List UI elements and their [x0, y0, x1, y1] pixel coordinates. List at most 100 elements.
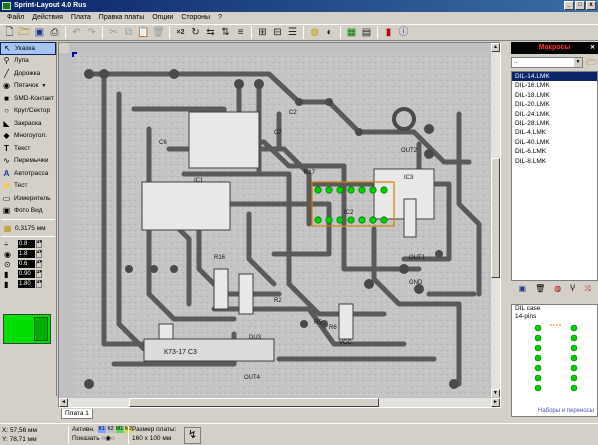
board-workarea[interactable]: IC1 IC2 IC3 OUT1 OUT2 OUT4 DU3 VCC GND К…: [58, 42, 501, 408]
route-icon[interactable]: ↯: [184, 427, 201, 444]
mirror-h-icon[interactable]: ⇆: [203, 25, 218, 40]
show-radio-3[interactable]: ○: [111, 435, 115, 442]
macro-item[interactable]: DIL-24.LMK: [512, 110, 597, 119]
tool-circle[interactable]: ○ Круг/Сектор: [0, 105, 56, 118]
vertical-scrollbar[interactable]: ▲ ▼: [490, 43, 500, 398]
tool-pointer[interactable]: ↖ Указка: [0, 42, 56, 55]
macro-item[interactable]: DIL-28.LMK: [512, 119, 597, 128]
tool-autoroute[interactable]: A Автотрасса: [0, 167, 56, 180]
cut-icon[interactable]: ✂: [106, 25, 121, 40]
macro-item[interactable]: DIL-16.LMK: [512, 81, 597, 90]
fotoview-icon[interactable]: ▤: [359, 25, 374, 40]
close-button[interactable]: x: [586, 1, 596, 10]
tool-measure[interactable]: ▭ Измеритель: [0, 192, 56, 205]
smd-width-value[interactable]: 0.90: [18, 270, 35, 278]
layer-icon[interactable]: ☰: [285, 25, 300, 40]
undo-icon[interactable]: ↶: [69, 25, 84, 40]
macro-item[interactable]: DIL-8.LMK: [512, 157, 597, 166]
menu-help[interactable]: ?: [214, 12, 226, 23]
scroll-right-icon[interactable]: ►: [491, 398, 500, 407]
tool-smd[interactable]: ■ SMD-Контакт: [0, 92, 56, 105]
pcb-canvas[interactable]: IC1 IC2 IC3 OUT1 OUT2 OUT4 DU3 VCC GND К…: [74, 54, 499, 398]
grid-selector[interactable]: ▦ 0,3175 мм: [0, 222, 56, 234]
param-pad-inner: ⊙ 0.6 ▴▾: [0, 259, 56, 269]
save-icon[interactable]: ▣: [519, 284, 527, 293]
x2-icon[interactable]: ×2: [173, 25, 188, 40]
macro-item[interactable]: DIL-18.LMK: [512, 91, 597, 100]
tool-pad[interactable]: ◉ Пятачок ▼: [0, 80, 56, 93]
macro-item[interactable]: DIL-40.LMK: [512, 138, 597, 147]
tool-track[interactable]: ╱ Дорожка: [0, 67, 56, 80]
save-icon[interactable]: ▣: [32, 25, 47, 40]
zoom-icon[interactable]: ◍: [307, 25, 322, 40]
menu-board[interactable]: Плата: [67, 12, 95, 23]
layer-chip-k1[interactable]: K1: [97, 425, 106, 433]
delete-icon[interactable]: 🗑: [535, 284, 545, 293]
menu-options[interactable]: Опции: [148, 12, 177, 23]
ungroup-icon[interactable]: ⊟: [270, 25, 285, 40]
tool-label: Тест: [14, 182, 28, 190]
spin-arrows-icon[interactable]: ▴▾: [36, 250, 42, 258]
tool-test[interactable]: ⚡ Тест: [0, 180, 56, 193]
pacman-icon[interactable]: ◐: [322, 25, 337, 40]
macro-folder-select[interactable]: .. ▼: [511, 56, 583, 68]
macro-item[interactable]: DIL-14.LMK: [512, 72, 597, 82]
info-icon[interactable]: ⓘ: [396, 25, 411, 40]
horizontal-scrollbar[interactable]: ◄ ►: [59, 397, 500, 407]
group-icon[interactable]: ⊞: [255, 25, 270, 40]
battery-icon[interactable]: ▮: [381, 25, 396, 40]
menu-file[interactable]: Файл: [3, 12, 28, 23]
vertical-scroll-thumb[interactable]: [491, 158, 500, 278]
maximize-button[interactable]: □: [575, 1, 585, 10]
layer-chip-k2[interactable]: K2: [106, 425, 115, 433]
chevron-down-icon[interactable]: ▼: [41, 83, 46, 89]
delete-icon[interactable]: 🗑: [151, 25, 166, 40]
tool-fill[interactable]: ◣ Закраска: [0, 117, 56, 130]
tab-board-1[interactable]: Плата 1: [61, 409, 93, 419]
spin-arrows-icon[interactable]: ▴▾: [36, 270, 42, 278]
menu-actions[interactable]: Действия: [28, 12, 67, 23]
drc-icon[interactable]: ▦: [344, 25, 359, 40]
mirror-v-icon[interactable]: ⇅: [218, 25, 233, 40]
pad-inner-value[interactable]: 0.6: [18, 260, 35, 268]
track-width-value[interactable]: 0.8: [18, 240, 35, 248]
minimize-button[interactable]: _: [564, 1, 574, 10]
horizontal-scroll-thumb[interactable]: [129, 398, 379, 407]
menu-sides[interactable]: Стороны: [177, 12, 214, 23]
rotate-icon[interactable]: ↻: [188, 25, 203, 40]
print-icon[interactable]: ⎙: [47, 25, 62, 40]
redo-icon[interactable]: ↷: [84, 25, 99, 40]
layer-color-swatch[interactable]: [3, 314, 51, 344]
scroll-up-icon[interactable]: ▲: [491, 43, 500, 52]
shuffle-icon[interactable]: ⤨: [584, 284, 590, 294]
spin-arrows-icon[interactable]: ▴▾: [36, 280, 42, 288]
tool-text[interactable]: T Текст: [0, 142, 56, 155]
chevron-down-icon[interactable]: ▼: [574, 57, 582, 67]
menu-edit-board[interactable]: Правка платы: [95, 12, 148, 23]
settings-icon[interactable]: ◍: [554, 284, 561, 293]
align-icon[interactable]: ≡: [233, 25, 248, 40]
tool-photo[interactable]: ▣ Фото Вид: [0, 205, 56, 218]
spin-arrows-icon[interactable]: ▴▾: [36, 260, 42, 268]
macro-item[interactable]: DIL-6.LMK: [512, 147, 597, 156]
spin-arrows-icon[interactable]: ▴▾: [36, 240, 42, 248]
tool-jumper[interactable]: ∿ Перемычки: [0, 155, 56, 168]
fork-icon[interactable]: Ⴤ: [570, 284, 575, 293]
tool-magnifier[interactable]: ⚲ Лупа: [0, 55, 56, 68]
scroll-left-icon[interactable]: ◄: [59, 398, 68, 407]
tool-polygon[interactable]: ◆ Многоугол.: [0, 130, 56, 143]
paste-icon[interactable]: 📋: [136, 25, 151, 40]
macro-item[interactable]: DIL-4.LMK: [512, 128, 597, 137]
macro-item[interactable]: DIL-20.LMK: [512, 100, 597, 109]
smd-height-value[interactable]: 1.80: [18, 280, 35, 288]
new-icon[interactable]: 🗋: [2, 25, 17, 40]
pad-outer-value[interactable]: 1.8: [18, 250, 35, 258]
close-icon[interactable]: ✕: [590, 42, 595, 54]
macro-list[interactable]: DIL-14.LMK DIL-16.LMK DIL-18.LMK DIL-20.…: [511, 71, 598, 281]
layer-chip-m1[interactable]: M1: [115, 425, 124, 433]
folder-open-icon[interactable]: 🗁: [585, 57, 598, 68]
pcb-drawing: IC1 IC2 IC3 OUT1 OUT2 OUT4 DU3 VCC GND К…: [74, 54, 499, 398]
open-icon[interactable]: 🗁: [17, 25, 32, 40]
copy-icon[interactable]: ⧉: [121, 25, 136, 40]
autoroute-icon: A: [3, 168, 10, 178]
